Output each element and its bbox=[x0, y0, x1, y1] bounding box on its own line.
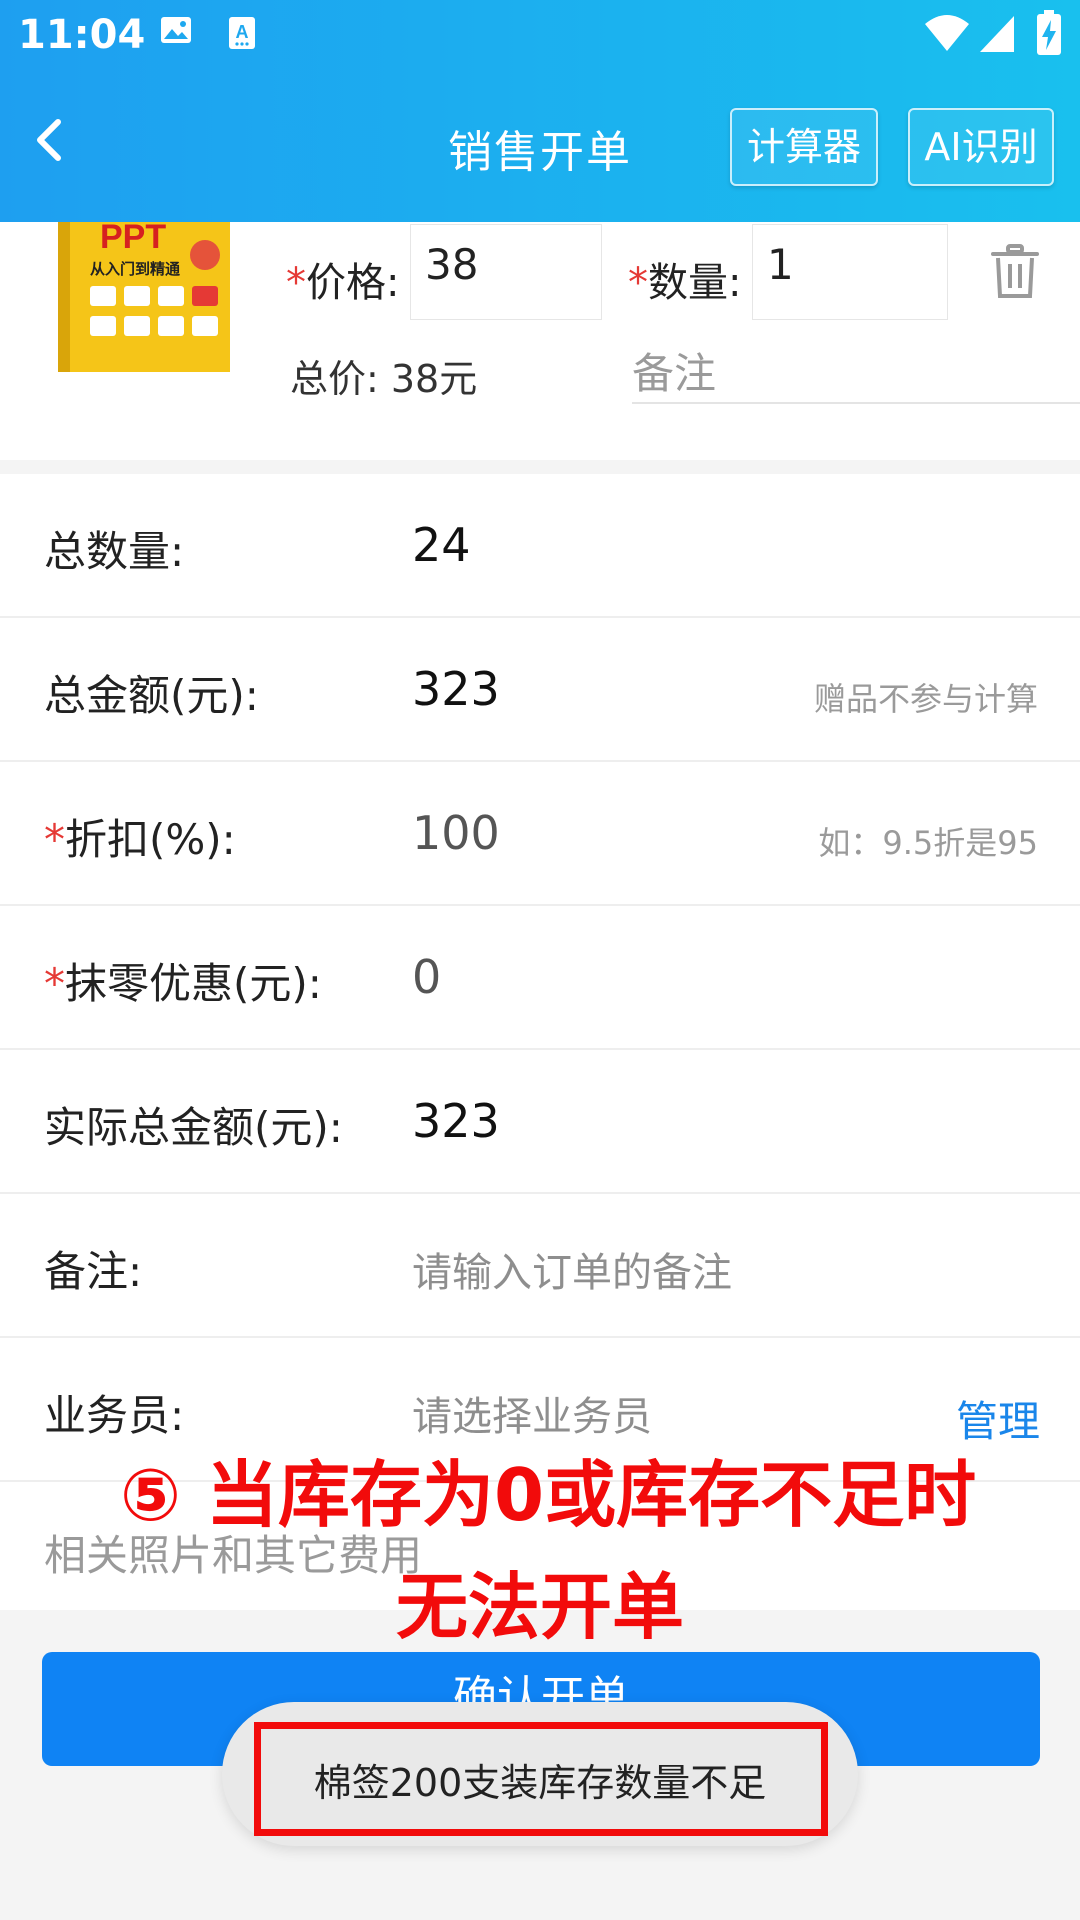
book-cover: PPT 从入门到精通 bbox=[58, 222, 230, 372]
app-bar: 11:04 A 销售开单 计算器 AI识别 bbox=[0, 0, 1080, 222]
row-actual-total: 实际总金额(元): 323 bbox=[0, 1050, 1080, 1194]
svg-text:A: A bbox=[236, 22, 249, 42]
annotation-text-line1: ⑤ 当库存为0或库存不足时 bbox=[120, 1453, 977, 1537]
book-cover-graphic bbox=[90, 286, 220, 356]
actual-total-label: 实际总金额(元): bbox=[44, 1103, 343, 1152]
total-amount-label: 总金额(元): bbox=[44, 671, 259, 720]
battery-icon bbox=[1036, 10, 1062, 60]
manage-link[interactable]: 管理 bbox=[956, 1388, 1040, 1449]
toolbar: 销售开单 计算器 AI识别 bbox=[0, 90, 1080, 200]
a-icon: A bbox=[228, 16, 256, 54]
salesperson-label: 业务员: bbox=[44, 1391, 185, 1440]
gallery-icon bbox=[160, 16, 192, 48]
trash-icon[interactable] bbox=[990, 244, 1040, 304]
row-discount[interactable]: *折扣(%): 100 如：9.5折是95 bbox=[0, 762, 1080, 906]
ai-recognize-button[interactable]: AI识别 bbox=[908, 108, 1054, 186]
total-amount-value: 323 bbox=[412, 662, 500, 716]
book-title: PPT bbox=[100, 222, 167, 256]
product-image[interactable]: PPT 从入门到精通 bbox=[58, 222, 230, 372]
required-mark: * bbox=[44, 959, 65, 1008]
total-quantity-value: 24 bbox=[412, 518, 471, 572]
row-rounding-discount[interactable]: *抹零优惠(元): 0 bbox=[0, 906, 1080, 1050]
quantity-label: *数量: bbox=[628, 260, 742, 306]
total-quantity-label: 总数量: bbox=[44, 527, 185, 576]
chevron-left-icon bbox=[37, 119, 61, 161]
discount-label: *折扣(%): bbox=[44, 815, 236, 864]
product-item-card: PPT 从入门到精通 *价格: 38 *数量: 1 总价: 38元 备注 bbox=[0, 222, 1080, 460]
back-button[interactable] bbox=[30, 110, 80, 170]
signal-icon bbox=[978, 14, 1016, 58]
required-mark: * bbox=[44, 815, 65, 864]
status-bar: 11:04 A bbox=[0, 0, 1080, 75]
rounding-discount-input[interactable]: 0 bbox=[412, 950, 441, 1004]
item-remark-input[interactable]: 备注 bbox=[632, 340, 1080, 404]
annotation-highlight-box bbox=[254, 1722, 828, 1836]
rounding-discount-label: *抹零优惠(元): bbox=[44, 959, 322, 1008]
row-total-amount: 总金额(元): 323 赠品不参与计算 bbox=[0, 618, 1080, 762]
order-remark-label: 备注: bbox=[44, 1247, 143, 1296]
page-title: 销售开单 bbox=[448, 127, 632, 178]
powerpoint-icon bbox=[190, 240, 220, 270]
required-mark: * bbox=[286, 260, 306, 306]
quantity-input[interactable]: 1 bbox=[752, 224, 948, 320]
calculator-button[interactable]: 计算器 bbox=[730, 108, 878, 186]
wifi-icon bbox=[924, 14, 970, 56]
gift-hint: 赠品不参与计算 bbox=[813, 680, 1038, 718]
discount-input[interactable]: 100 bbox=[412, 806, 500, 860]
row-total-quantity: 总数量: 24 bbox=[0, 474, 1080, 618]
price-label: *价格: bbox=[286, 260, 400, 306]
discount-hint: 如：9.5折是95 bbox=[818, 824, 1038, 862]
price-input[interactable]: 38 bbox=[410, 224, 602, 320]
actual-total-value: 323 bbox=[412, 1094, 500, 1148]
annotation-text-line2: 无法开单 bbox=[395, 1565, 684, 1649]
salesperson-select[interactable]: 请选择业务员 bbox=[412, 1384, 652, 1442]
order-remark-input[interactable]: 请输入订单的备注 bbox=[412, 1240, 732, 1298]
book-subtitle: 从入门到精通 bbox=[90, 260, 181, 278]
item-total-price: 总价: 38元 bbox=[290, 357, 478, 401]
required-mark: * bbox=[628, 260, 648, 306]
row-order-remark[interactable]: 备注: 请输入订单的备注 bbox=[0, 1194, 1080, 1338]
status-time: 11:04 bbox=[18, 12, 146, 58]
